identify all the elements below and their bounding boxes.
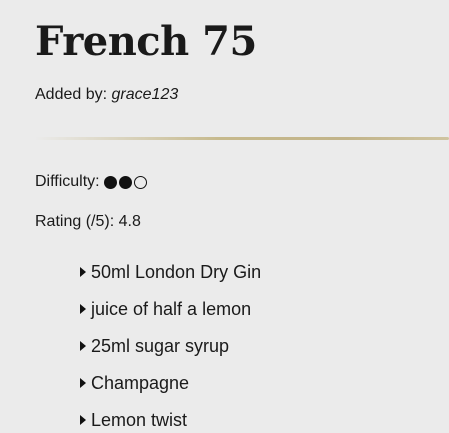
ingredient-text: 25ml sugar syrup xyxy=(91,335,230,356)
ingredient-list: 50ml London Dry Gin juice of half a lemon… xyxy=(80,253,261,433)
ingredient-item: Lemon twist xyxy=(80,401,261,433)
triangle-right-icon xyxy=(80,266,86,277)
ingredient-text: 50ml London Dry Gin xyxy=(91,261,262,282)
triangle-right-icon xyxy=(80,340,86,351)
ingredient-text: Champagne xyxy=(91,372,190,393)
triangle-right-icon xyxy=(80,303,86,314)
rating: Rating (/5): 4.8 xyxy=(35,212,141,232)
difficulty-label: Difficulty: xyxy=(35,173,100,190)
triangle-right-icon xyxy=(80,414,86,425)
section-divider xyxy=(35,137,449,140)
rating-value: 4.8 xyxy=(118,213,141,230)
ingredient-item: juice of half a lemon xyxy=(80,290,261,327)
added-by-user: grace123 xyxy=(111,86,179,103)
added-by-label: Added by: xyxy=(35,86,108,103)
recipe-title: French 75 xyxy=(35,18,257,65)
empty-circle-icon xyxy=(133,175,147,189)
ingredient-item: Champagne xyxy=(80,364,261,401)
added-by: Added by: grace123 xyxy=(35,85,178,105)
ingredient-item: 50ml London Dry Gin xyxy=(80,253,261,290)
difficulty: Difficulty: xyxy=(35,172,149,192)
difficulty-rating xyxy=(103,175,149,189)
ingredient-text: Lemon twist xyxy=(91,409,188,430)
recipe-page: French 75 Added by: grace123 Difficulty:… xyxy=(0,0,449,433)
ingredient-item: 25ml sugar syrup xyxy=(80,327,261,364)
rating-label: Rating (/5): xyxy=(35,213,115,230)
triangle-right-icon xyxy=(80,377,86,388)
filled-circle-icon xyxy=(118,175,132,189)
filled-circle-icon xyxy=(103,175,117,189)
ingredient-text: juice of half a lemon xyxy=(91,298,252,319)
